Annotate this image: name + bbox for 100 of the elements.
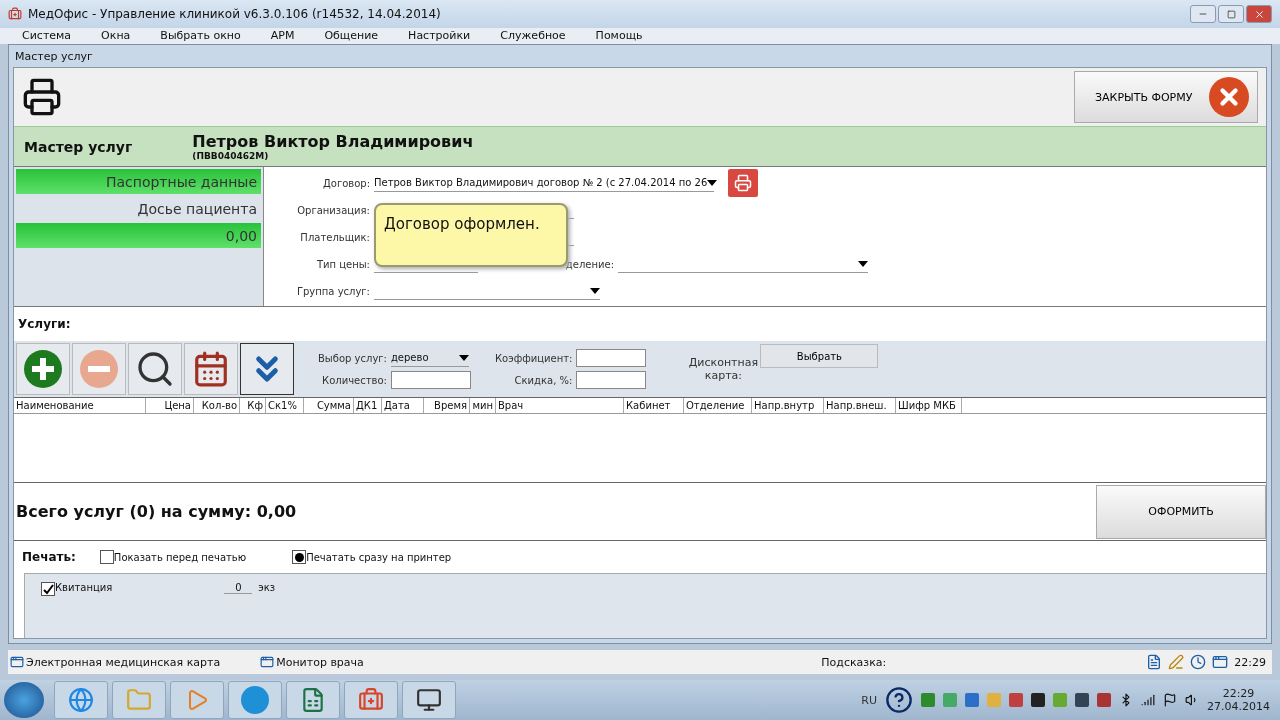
checkbox[interactable] xyxy=(41,582,55,596)
print-icon[interactable] xyxy=(728,169,758,197)
column-header[interactable]: Дата xyxy=(382,398,424,413)
field-label: Тип цены: xyxy=(315,258,371,270)
tooltip: Договор оформлен. xyxy=(374,203,568,267)
form-title: Мастер услуг xyxy=(14,48,94,65)
column-header[interactable]: Шифр МКБ xyxy=(896,398,962,413)
field-label: Коэффициент: xyxy=(494,352,573,364)
patient-code: (ПВВ040462М) xyxy=(192,151,270,161)
circle-icon xyxy=(241,686,269,714)
radio-button[interactable] xyxy=(292,550,307,564)
side-item[interactable]: 0,00 xyxy=(16,223,261,248)
language-indicator[interactable]: RU xyxy=(861,693,877,707)
close-icon xyxy=(1209,77,1249,117)
menu-item[interactable]: Служебное xyxy=(500,28,566,44)
window-tab[interactable]: Электронная медицинская карта xyxy=(26,655,221,669)
input-field[interactable] xyxy=(576,371,647,389)
option-label: Показать перед печатью xyxy=(113,551,247,563)
column-header[interactable]: Кф xyxy=(240,398,266,413)
window-icon[interactable] xyxy=(1212,654,1229,670)
field-label: Скидка, %: xyxy=(513,374,573,386)
clock-icon[interactable] xyxy=(1190,654,1207,670)
search-button[interactable] xyxy=(128,343,182,395)
column-header[interactable]: Врач xyxy=(496,398,624,413)
menu-item[interactable]: Общение xyxy=(324,28,379,44)
dropdown-field[interactable]: дерево xyxy=(390,349,469,367)
taskbar-app[interactable] xyxy=(402,681,456,719)
minimize-button[interactable] xyxy=(1190,5,1216,23)
field-label: Группа услуг: xyxy=(295,285,371,297)
pencil-icon[interactable] xyxy=(1168,654,1185,670)
start-button[interactable] xyxy=(4,682,44,718)
menu-item[interactable]: Помощь xyxy=(595,28,643,44)
column-header[interactable]: ДК1 xyxy=(354,398,382,413)
menu-item[interactable]: АРМ xyxy=(270,28,295,44)
side-item[interactable]: Досье пациента xyxy=(16,196,261,221)
section-label: Печать: xyxy=(22,550,76,564)
clock[interactable]: 22:29 27.04.2014 xyxy=(1207,687,1270,713)
list-icon[interactable] xyxy=(1146,654,1163,670)
calendar-button[interactable] xyxy=(184,343,238,395)
column-header[interactable]: Кол-во xyxy=(194,398,240,413)
window-icon xyxy=(10,655,24,669)
minus-icon xyxy=(79,349,119,389)
column-header[interactable]: Ск1% xyxy=(266,398,304,413)
printer-icon[interactable] xyxy=(22,77,62,117)
monitor-icon xyxy=(416,687,442,713)
window-icon xyxy=(260,655,275,669)
menu-item[interactable]: Настройки xyxy=(408,28,471,44)
column-header[interactable]: Кабинет xyxy=(624,398,684,413)
patient-name: Петров Виктор Владимирович xyxy=(192,132,474,151)
field-label: Дисконтная карта: xyxy=(688,356,759,382)
menu-item[interactable]: Выбрать окно xyxy=(160,28,241,44)
column-header[interactable]: Напр.внеш. xyxy=(824,398,896,413)
column-header[interactable]: мин xyxy=(470,398,496,413)
medical-case-icon xyxy=(358,687,384,713)
section-label: Услуги: xyxy=(17,316,72,333)
flag-icon[interactable] xyxy=(1163,693,1177,707)
window-tab[interactable]: Монитор врача xyxy=(276,655,364,669)
maximize-button[interactable] xyxy=(1218,5,1244,23)
menu-item[interactable]: Система xyxy=(22,28,72,44)
menu-item[interactable]: Окна xyxy=(101,28,131,44)
spreadsheet-icon xyxy=(300,687,326,713)
input-field[interactable] xyxy=(390,371,471,389)
header-label: Мастер услуг xyxy=(24,138,133,155)
close-form-button[interactable]: ЗАКРЫТЬ ФОРМУ xyxy=(1074,71,1258,123)
globe-icon xyxy=(68,687,94,713)
unit-label: экз xyxy=(258,582,276,593)
column-header[interactable]: Отделение xyxy=(684,398,752,413)
signal-icon[interactable] xyxy=(1141,693,1155,707)
search-icon xyxy=(135,349,175,389)
field-label: Количество: xyxy=(321,374,387,386)
folder-icon xyxy=(126,687,152,713)
column-header[interactable]: Наименование xyxy=(14,398,146,413)
status-time: 22:29 xyxy=(1234,655,1266,669)
expand-button[interactable] xyxy=(240,343,294,395)
field-label: Организация: xyxy=(296,204,371,216)
column-header[interactable]: Напр.внутр xyxy=(752,398,824,413)
calendar-icon xyxy=(192,350,230,388)
column-header[interactable]: Цена xyxy=(146,398,194,413)
dropdown-field[interactable]: Петров Виктор Владимирович договор № 2 (с 27.04.2014 по 26 xyxy=(374,174,714,192)
add-button[interactable] xyxy=(16,343,70,395)
app-icon xyxy=(8,7,22,21)
maximize-icon xyxy=(1226,9,1236,19)
option-label: Квитанция xyxy=(55,582,113,593)
submit-button[interactable]: ОФОРМИТЬ xyxy=(1096,484,1266,539)
column-header[interactable]: Сумма xyxy=(304,398,354,413)
close-icon xyxy=(1253,8,1265,20)
input-field[interactable] xyxy=(576,349,647,367)
plus-icon xyxy=(23,349,63,389)
column-header[interactable]: Время xyxy=(424,398,470,413)
hint-label: Подсказка: xyxy=(821,655,887,669)
help-icon[interactable] xyxy=(885,686,913,714)
side-item[interactable]: Паспортные данные xyxy=(16,169,261,194)
option-label: Печатать сразу на принтер xyxy=(306,551,452,563)
copies-field[interactable]: 0 xyxy=(224,582,253,594)
select-button[interactable]: Выбрать xyxy=(760,344,879,368)
total-text: Всего услуг (0) на сумму: 0,00 xyxy=(16,502,297,521)
field-label: Договор: xyxy=(321,177,371,189)
taskbar-app[interactable] xyxy=(286,681,340,719)
checkbox[interactable] xyxy=(99,550,114,564)
close-button[interactable] xyxy=(1246,5,1272,23)
